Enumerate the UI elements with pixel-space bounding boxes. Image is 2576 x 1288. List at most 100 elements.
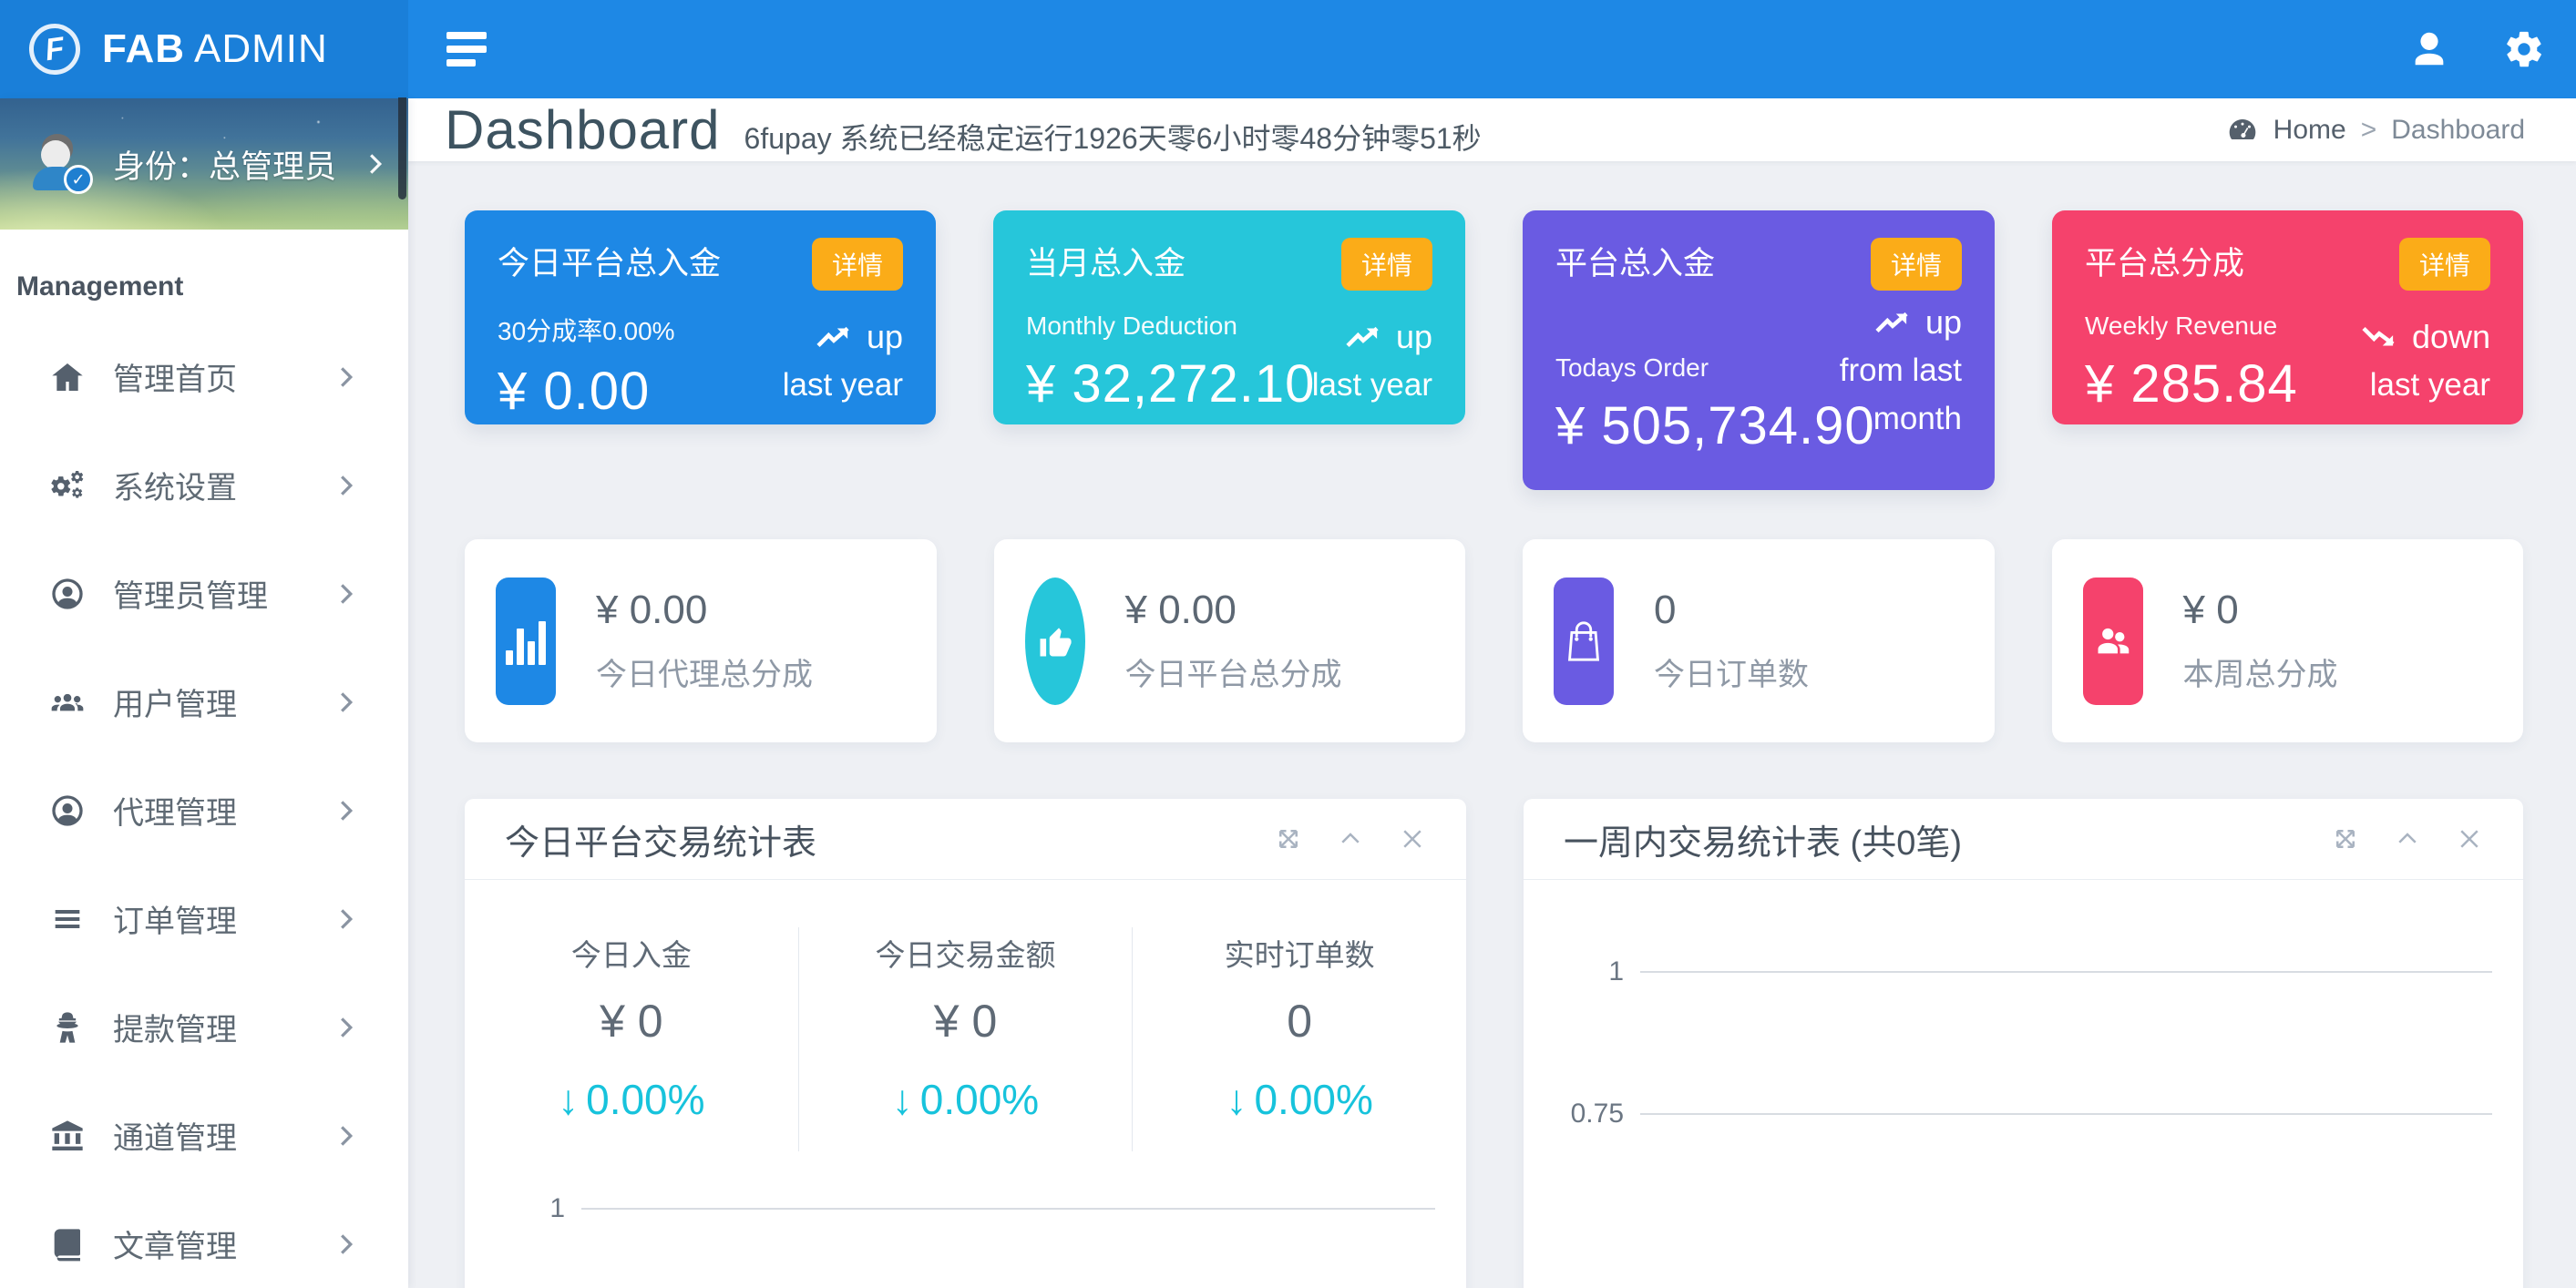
sidebar-item-label: 管理员管理 xyxy=(113,571,339,616)
details-badge[interactable]: 详情 xyxy=(1871,238,1962,291)
panel-header: 一周内交易统计表 (共0笔) xyxy=(1524,799,2523,880)
chart-gridline: 1 xyxy=(465,1193,1466,1224)
trend-period: last year xyxy=(783,362,903,410)
trend: up xyxy=(1343,318,1432,356)
stat-card-value: ¥ 0.00 xyxy=(498,361,744,422)
main-area: Dashboard 6fupay 系统已经稳定运行1926天零6小时零48分钟零… xyxy=(408,98,2576,1288)
stat-card-value: ¥ 505,734.90 xyxy=(1555,395,1802,456)
sidebar-item-withdrawal-management[interactable]: 提款管理 xyxy=(0,973,408,1081)
arrow-down-icon: ↓ xyxy=(892,1076,913,1123)
stat-card-total-share: 平台总分成 Weekly Revenue ¥ 285.84 详情 down la… xyxy=(2052,210,2523,424)
uptime-subtitle: 6fupay 系统已经稳定运行1926天零6小时零48分钟零51秒 xyxy=(744,116,1482,158)
chevron-right-icon xyxy=(368,152,383,176)
close-icon[interactable] xyxy=(1399,825,1426,853)
identity-panel[interactable]: ✓ 身份：总管理员 xyxy=(0,98,408,230)
trend-up-icon xyxy=(814,322,854,353)
page-header: Dashboard 6fupay 系统已经稳定运行1926天零6小时零48分钟零… xyxy=(408,98,2576,161)
chevron-right-icon xyxy=(339,799,354,823)
identity-label: 身份：总管理员 xyxy=(113,141,368,188)
trend-up-icon xyxy=(1343,322,1383,353)
panel-stat-delta: ↓0.00% xyxy=(799,1075,1133,1124)
list-icon xyxy=(40,901,95,937)
details-badge[interactable]: 详情 xyxy=(812,238,903,291)
breadcrumb-home[interactable]: Home xyxy=(2273,115,2346,146)
mini-card-agent-share: ¥ 0.00 今日代理总分成 xyxy=(465,539,937,742)
stat-card-today-deposit: 今日平台总入金 30分成率0.00% ¥ 0.00 详情 up last yea… xyxy=(465,210,936,424)
panel-stat-value: 0 xyxy=(1133,995,1466,1048)
gears-icon xyxy=(40,467,95,504)
sidebar-item-admin-home[interactable]: 管理首页 xyxy=(0,322,408,431)
chart-gridline: 0.75 xyxy=(1524,1099,2523,1130)
mini-card-value: ¥ 0 xyxy=(2183,588,2338,633)
dashboard-gauge-icon xyxy=(2226,114,2259,147)
stat-card-title: 今日平台总入金 xyxy=(498,238,744,284)
gear-icon[interactable] xyxy=(2503,28,2545,70)
sidebar-item-channel-management[interactable]: 通道管理 xyxy=(0,1081,408,1190)
trend-label: up xyxy=(867,318,903,356)
chart-gridline: 1 xyxy=(1524,956,2523,987)
sidebar-scrollbar[interactable] xyxy=(398,97,406,199)
details-badge[interactable]: 详情 xyxy=(2399,238,2490,291)
book-icon xyxy=(40,1226,95,1262)
chevron-right-icon xyxy=(339,582,354,606)
panel-stat-today-deposit: 今日入金 ¥ 0 ↓0.00% xyxy=(465,927,798,1151)
stat-card-value: ¥ 285.84 xyxy=(2085,353,2331,414)
topbar-main xyxy=(408,0,2576,98)
panel-stat-delta: ↓0.00% xyxy=(465,1075,798,1124)
stat-card-value: ¥ 32,272.10 xyxy=(1026,353,1273,414)
gridline xyxy=(581,1208,1435,1210)
users-icon xyxy=(2083,578,2143,705)
sidebar-item-label: 代理管理 xyxy=(113,788,339,833)
panel-stat-today-volume: 今日交易金额 ¥ 0 ↓0.00% xyxy=(798,927,1133,1151)
mini-card-label: 本周总分成 xyxy=(2183,649,2338,694)
trend-label: up xyxy=(1396,318,1432,356)
mini-card-label: 今日代理总分成 xyxy=(596,649,813,694)
mini-card-platform-share: ¥ 0.00 今日平台总分成 xyxy=(994,539,1466,742)
panel-stat-realtime-orders: 实时订单数 0 ↓0.00% xyxy=(1132,927,1466,1151)
sidebar-item-label: 文章管理 xyxy=(113,1222,339,1266)
stat-card-title: 平台总入金 xyxy=(1555,238,1802,284)
collapse-chevron-icon[interactable] xyxy=(1337,825,1364,853)
breadcrumb-current: Dashboard xyxy=(2391,115,2525,146)
sidebar-item-order-management[interactable]: 订单管理 xyxy=(0,864,408,973)
stat-cards-row: 今日平台总入金 30分成率0.00% ¥ 0.00 详情 up last yea… xyxy=(465,210,2523,490)
nav-section-label: Management xyxy=(16,271,408,302)
trend: up xyxy=(814,318,903,356)
sidebar-item-admin-management[interactable]: 管理员管理 xyxy=(0,539,408,648)
bank-icon xyxy=(40,1118,95,1154)
hamburger-menu-icon[interactable] xyxy=(446,31,488,67)
stat-card-subtitle: 30分成率0.00% xyxy=(498,312,744,348)
bar-chart-icon xyxy=(496,578,556,705)
brand-light: ADMIN xyxy=(194,26,328,71)
sidebar-item-system-settings[interactable]: 系统设置 xyxy=(0,431,408,539)
details-badge[interactable]: 详情 xyxy=(1341,238,1432,291)
expand-icon[interactable] xyxy=(2332,825,2359,853)
user-secret-icon xyxy=(40,1009,95,1046)
expand-icon[interactable] xyxy=(1275,825,1302,853)
trend-period: last year xyxy=(1312,362,1432,410)
arrow-down-icon: ↓ xyxy=(558,1076,579,1123)
user-icon[interactable] xyxy=(2408,28,2450,70)
sidebar-item-article-management[interactable]: 文章管理 xyxy=(0,1190,408,1288)
sidebar-item-agent-management[interactable]: 代理管理 xyxy=(0,756,408,864)
topbar-icons xyxy=(2408,28,2576,70)
panels-row: 今日平台交易统计表 今日入金 ¥ 0 ↓0.00% xyxy=(465,799,2523,1288)
panel-title: 一周内交易统计表 (共0笔) xyxy=(1564,814,1962,864)
trend-label: down xyxy=(2412,318,2490,356)
stat-card-title: 平台总分成 xyxy=(2085,238,2331,284)
panel-stat-value: ¥ 0 xyxy=(799,995,1133,1048)
mini-cards-row: ¥ 0.00 今日代理总分成 ¥ 0.00 今日平台总分成 xyxy=(465,539,2523,742)
panel-today-stats: 今日平台交易统计表 今日入金 ¥ 0 ↓0.00% xyxy=(465,799,1466,1288)
brand[interactable]: F FABADMIN xyxy=(0,0,408,98)
panel-stats: 今日入金 ¥ 0 ↓0.00% 今日交易金额 ¥ 0 ↓0.00% 实时订单数 … xyxy=(465,927,1466,1151)
brand-text: FABADMIN xyxy=(102,26,328,72)
sidebar-item-user-management[interactable]: 用户管理 xyxy=(0,648,408,756)
avatar: ✓ xyxy=(33,134,93,194)
trend: down xyxy=(2359,318,2490,356)
stat-card-subtitle: Monthly Deduction xyxy=(1026,312,1273,341)
sidebar-menu: 管理首页 系统设置 管理员管理 用户管理 代理管理 xyxy=(0,322,408,1288)
collapse-chevron-icon[interactable] xyxy=(2394,825,2421,853)
mini-card-value: ¥ 0.00 xyxy=(1125,588,1342,633)
chevron-right-icon xyxy=(339,1124,354,1148)
close-icon[interactable] xyxy=(2456,825,2483,853)
